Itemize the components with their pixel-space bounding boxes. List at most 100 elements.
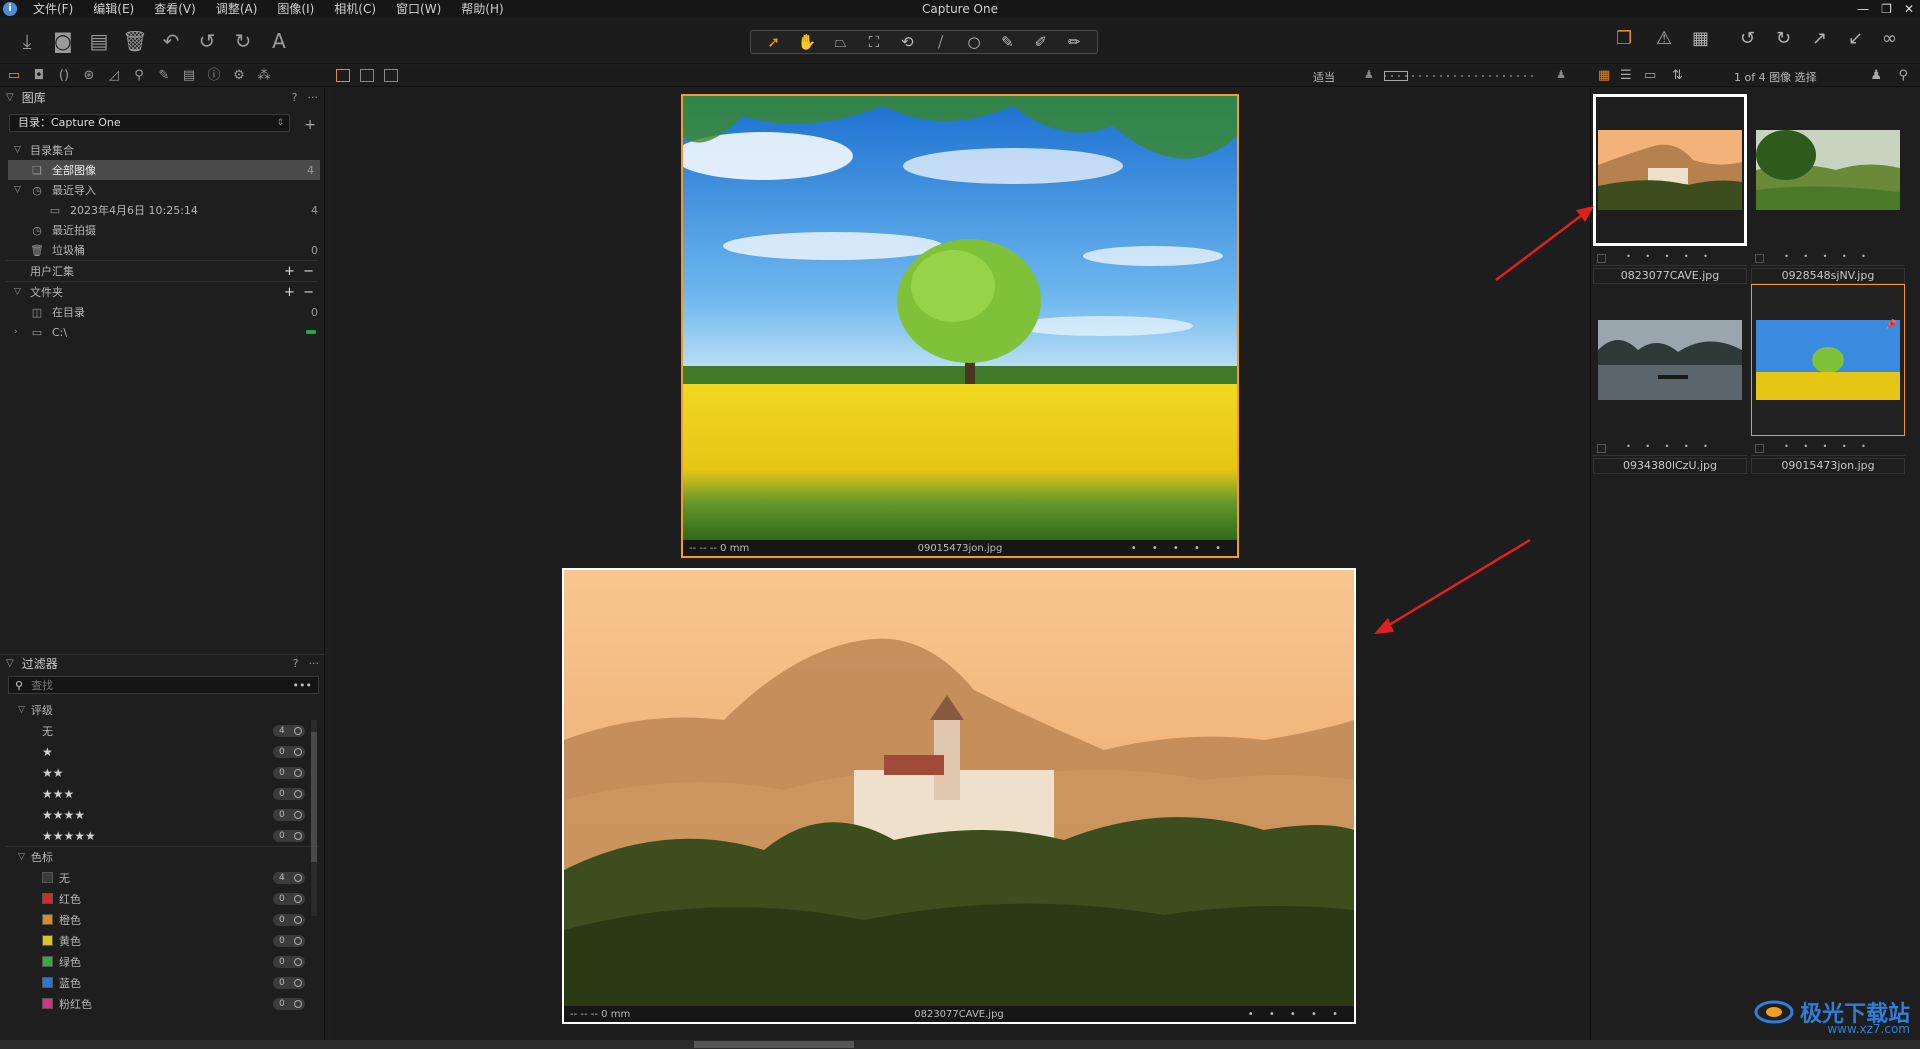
styles-tab-icon[interactable]: ⁂ [256, 68, 272, 84]
color-filter-red[interactable]: 红色 0 [0, 888, 325, 909]
camera-icon[interactable]: ◙ [50, 28, 76, 54]
keystone-icon[interactable]: ⏢ [825, 33, 855, 51]
thumbnail-item[interactable]: • • • • • 0928548sjNV.jpg [1751, 94, 1905, 284]
menu-view[interactable]: 查看(V) [144, 0, 206, 18]
rating-filter-5[interactable]: ★★★★★ 0 [0, 825, 325, 846]
app-icon[interactable]: i [3, 2, 17, 16]
rating-group[interactable]: ▽ 评级 [0, 700, 325, 720]
menu-adjust[interactable]: 调整(A) [206, 0, 268, 18]
settings-tab-icon[interactable]: ⚙ [231, 68, 247, 84]
bottom-scrollbar[interactable] [0, 1040, 1920, 1049]
viewer-image-bottom[interactable]: -- -- -- 0 mm 0823077CAVE.jpg • • • • • [562, 568, 1356, 1024]
apply-adjustments-icon[interactable]: ↙ [1848, 28, 1863, 49]
rotate-icon[interactable]: ⟲ [892, 33, 922, 51]
library-header[interactable]: ▽ 图库 ? ··· [0, 88, 324, 106]
rating-filter-4[interactable]: ★★★★ 0 [0, 804, 325, 825]
minimize-button[interactable]: — [1857, 0, 1869, 18]
folder-in-catalog[interactable]: ◫ 在目录 0 [0, 302, 324, 322]
redo-icon[interactable]: ↻ [230, 28, 256, 54]
color-filter-yellow[interactable]: 黄色 0 [0, 930, 325, 951]
rotate-left-icon[interactable]: ↺ [1740, 28, 1755, 49]
rating-filter-none[interactable]: 无 4 [0, 720, 325, 741]
crop-icon[interactable]: ⛶ [859, 33, 889, 51]
pan-icon[interactable]: ✋ [792, 33, 822, 51]
thumbnail-item[interactable]: 📌 • • • • • 09015473jon.jpg [1751, 284, 1905, 474]
more-icon[interactable]: ··· [308, 91, 319, 104]
folder-drive-c[interactable]: › ▭ C:\ [0, 322, 324, 342]
thumbnail-item[interactable]: • • • • • 0934380lCzU.jpg [1593, 284, 1747, 474]
add-remove-icons[interactable]: + − [284, 285, 314, 300]
rotate-right-icon[interactable]: ↻ [1776, 28, 1791, 49]
exposure-tab-icon[interactable]: ◿ [106, 68, 122, 84]
stack-icon[interactable]: ❐ [1616, 28, 1632, 49]
help-icon[interactable]: ? [293, 657, 299, 670]
filter-search-input[interactable]: ⚲ 查找 ••• [8, 676, 319, 694]
menu-camera[interactable]: 相机(C) [324, 0, 386, 18]
menu-image[interactable]: 图像(I) [267, 0, 324, 18]
add-icon[interactable]: + [304, 117, 316, 133]
list-view-icon[interactable]: ☰ [1620, 68, 1632, 83]
color-filter-blue[interactable]: 蓝色 0 [0, 972, 325, 993]
undo-single-icon[interactable]: ↺ [194, 28, 220, 54]
menu-window[interactable]: 窗口(W) [386, 0, 451, 18]
more-icon[interactable]: ••• [293, 679, 312, 692]
color-filter-pink[interactable]: 粉红色 0 [0, 993, 325, 1014]
thumbnail-frame[interactable] [1751, 94, 1905, 246]
color-filter-none[interactable]: 无 4 [0, 867, 325, 888]
library-tab-icon[interactable]: ▭ [6, 68, 22, 84]
picker-icon[interactable]: ✐ [1026, 33, 1056, 51]
color-tab-icon[interactable]: ⊛ [81, 68, 97, 84]
select-cursor-icon[interactable]: ➚ [759, 33, 789, 51]
folders-group[interactable]: ▽ 文件夹 + − [0, 282, 324, 302]
rating-filter-2[interactable]: ★★ 0 [0, 762, 325, 783]
person-icon[interactable]: ♟ [1870, 68, 1882, 83]
color-filter-orange[interactable]: 橙色 0 [0, 909, 325, 930]
rating-filter-3[interactable]: ★★★ 0 [0, 783, 325, 804]
close-button[interactable]: ✕ [1904, 0, 1914, 18]
filter-scrollbar[interactable] [311, 720, 317, 916]
output-tab-icon[interactable]: ▤ [181, 68, 197, 84]
filmstrip-view-icon[interactable]: ▭ [1644, 68, 1656, 83]
capture-tab-icon[interactable]: ◘ [31, 68, 47, 84]
thumbnail-frame[interactable] [1593, 284, 1747, 436]
collection-import-date[interactable]: ▭ 2023年4月6日 10:25:14 4 [0, 200, 324, 220]
proof-glasses-icon[interactable]: ∞ [1882, 28, 1897, 49]
user-collections-group[interactable]: 用户汇集 + − [0, 261, 324, 281]
menu-edit[interactable]: 编辑(E) [83, 0, 144, 18]
spot-removal-icon[interactable]: ○ [959, 33, 989, 51]
thumbnail-frame[interactable] [1751, 284, 1905, 436]
text-tool-icon[interactable]: A [266, 28, 292, 54]
export-icon[interactable]: ▤ [86, 28, 112, 54]
thumbnail-frame[interactable] [1593, 94, 1747, 246]
more-icon[interactable]: ··· [309, 657, 320, 670]
rating-filter-1[interactable]: ★ 0 [0, 741, 325, 762]
collection-trash[interactable]: 🗑 垃圾桶 0 [0, 240, 324, 260]
metadata-tab-icon[interactable]: ⓘ [206, 68, 222, 84]
color-filter-green[interactable]: 绿色 0 [0, 951, 325, 972]
zoom-fit-label[interactable]: 适当 [1313, 69, 1335, 85]
color-tag-group[interactable]: ▽ 色标 [0, 847, 325, 867]
undo-icon[interactable]: ↶ [158, 28, 184, 54]
menu-file[interactable]: 文件(F) [23, 0, 83, 18]
maximize-button[interactable]: ❐ [1881, 0, 1892, 18]
annotate-icon[interactable]: ✏ [1059, 33, 1089, 51]
collapse-icon[interactable]: ▽ [6, 92, 14, 103]
catalog-select[interactable]: 目录：Capture One ⇕ [9, 114, 290, 132]
add-remove-icons[interactable]: + − [284, 264, 314, 279]
help-icon[interactable]: ? [292, 91, 298, 104]
thumbnail-item[interactable]: • • • • • 0823077CAVE.jpg [1593, 94, 1747, 284]
details-tab-icon[interactable]: ⚲ [131, 68, 147, 84]
collections-group[interactable]: ▽ 目录集合 [0, 140, 324, 160]
collection-recent-imports[interactable]: ▽ ◷ 最近导入 [0, 180, 324, 200]
single-view-icon[interactable] [360, 69, 374, 82]
collapse-icon[interactable]: ▽ [6, 658, 14, 669]
brush-icon[interactable]: ✎ [992, 33, 1022, 51]
multi-view-icon[interactable] [336, 69, 350, 82]
full-view-icon[interactable] [384, 69, 398, 82]
lens-tab-icon[interactable]: () [56, 68, 72, 84]
collection-recent-captures[interactable]: ◷ 最近拍摄 [0, 220, 324, 240]
search-icon[interactable]: ⚲ [1898, 68, 1908, 83]
copy-adjustments-icon[interactable]: ↗ [1812, 28, 1827, 49]
import-icon[interactable]: ⤓ [14, 28, 40, 54]
local-adjust-tab-icon[interactable]: ✎ [156, 68, 172, 84]
